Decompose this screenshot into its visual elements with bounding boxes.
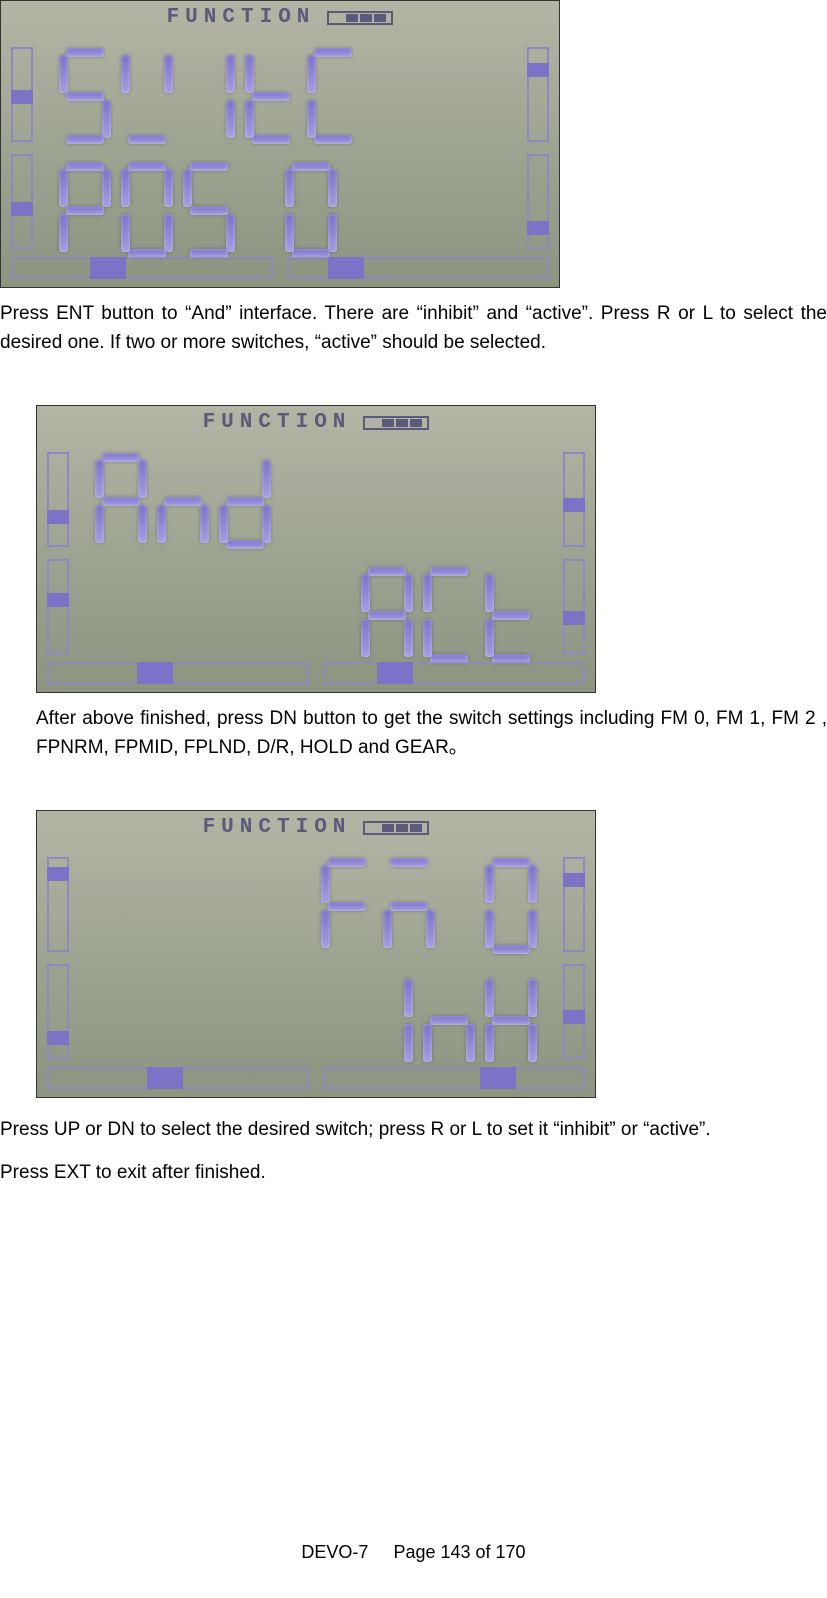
battery-icon xyxy=(327,11,393,25)
bottom-sliders xyxy=(47,1067,585,1089)
seg-area-1 xyxy=(11,29,549,277)
seg-line xyxy=(95,567,537,663)
lcd-screen-2: FUNCTION xyxy=(36,405,596,693)
seg-line xyxy=(95,453,537,549)
battery-icon xyxy=(363,416,429,430)
footer-page: Page 143 of 170 xyxy=(393,1542,525,1562)
bottom-sliders xyxy=(47,662,585,684)
seg-area-3 xyxy=(47,839,585,1087)
seg-line xyxy=(59,48,501,144)
paragraph-1: Press ENT button to “And” interface. The… xyxy=(0,300,827,357)
lcd-header: FUNCTION xyxy=(47,412,585,434)
page-footer: DEVO-7 Page 143 of 170 xyxy=(0,1539,827,1566)
lcd-screen-1: FUNCTION xyxy=(0,0,560,288)
lcd-header: FUNCTION xyxy=(47,817,585,839)
seg-line xyxy=(59,162,501,258)
paragraph-2: After above finished, press DN button to… xyxy=(36,705,827,762)
seg-line xyxy=(95,972,537,1068)
battery-icon xyxy=(363,821,429,835)
lcd-header: FUNCTION xyxy=(11,7,549,29)
paragraph-3: Press UP or DN to select the desired swi… xyxy=(0,1116,827,1145)
lcd-screen-3: FUNCTION xyxy=(36,810,596,1098)
footer-model: DEVO-7 xyxy=(301,1542,368,1562)
seg-area-2 xyxy=(47,434,585,682)
bottom-sliders xyxy=(11,257,549,279)
paragraph-4: Press EXT to exit after finished. xyxy=(0,1159,827,1188)
seg-line xyxy=(95,858,537,954)
